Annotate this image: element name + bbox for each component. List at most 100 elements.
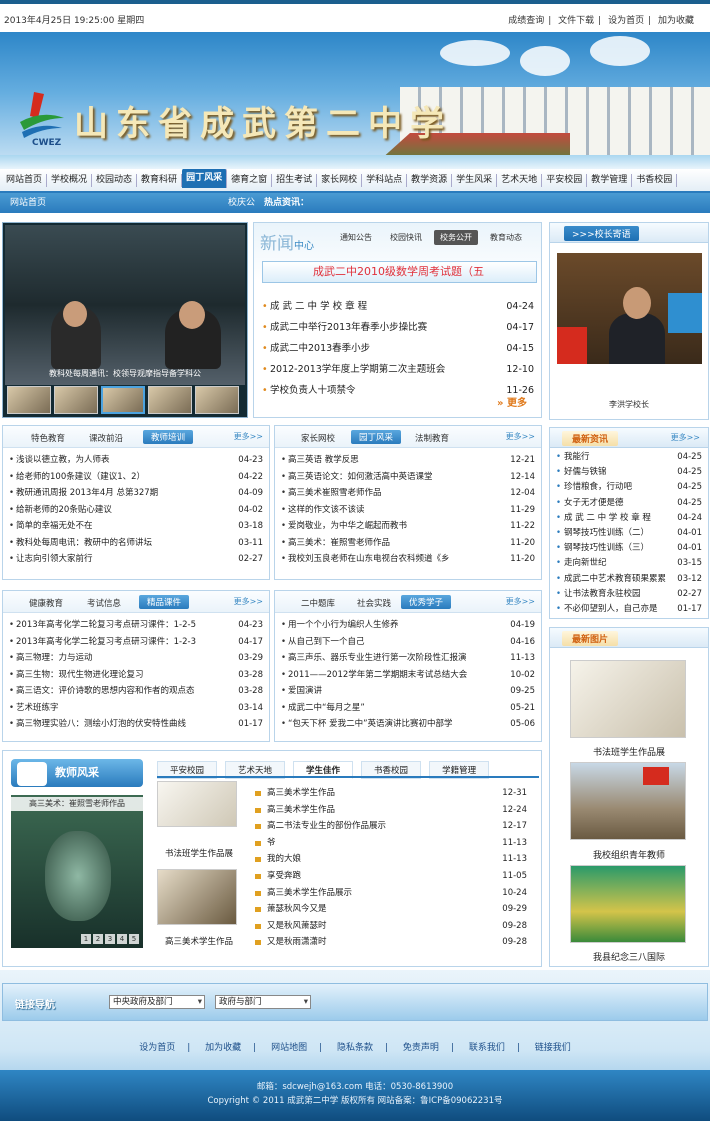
list-item[interactable]: “包天下杯 爱我二中”英语演讲比赛初中部学 05-06 <box>281 716 535 733</box>
list-item[interactable]: 珍惜粮食，行动吧 04-25 <box>556 480 702 496</box>
list-item[interactable]: 高三美术学生作品 12-24 <box>253 801 527 819</box>
nav-item-subjects[interactable]: 学科站点 <box>362 173 408 187</box>
top-link-grades[interactable]: 成绩查询 <box>508 16 544 26</box>
slide-thumb-active[interactable] <box>101 386 145 414</box>
list-item[interactable]: 让书法教育永驻校园 02-27 <box>556 586 702 602</box>
tab-gardener[interactable]: 园丁风采 <box>351 430 402 444</box>
list-item[interactable]: 艺术班练字 03-14 <box>9 699 263 716</box>
list-item[interactable]: 浅谈以德立教，为人师表 04-23 <box>9 452 263 469</box>
tab-affairs[interactable]: 校务公开 <box>434 230 478 245</box>
tab-notices[interactable]: 通知公告 <box>334 230 378 245</box>
list-item[interactable]: 享受奔跑 11-05 <box>253 867 527 885</box>
tab-question-bank[interactable]: 二中题库 <box>301 597 335 609</box>
list-item[interactable]: 教科处每周电讯：教研中的名师讲坛 03-11 <box>9 534 263 551</box>
list-item[interactable]: 萧瑟秋风今又是 09-29 <box>253 901 527 918</box>
picture-tree-planting[interactable] <box>570 762 686 840</box>
list-item[interactable]: 2013年高考化学二轮复习考点研习课件：1-2-3 04-17 <box>9 633 263 650</box>
central-gov-select[interactable]: 中央政府及部门 <box>109 995 205 1009</box>
nav-item-teachers[interactable]: 园丁风采 <box>182 168 228 188</box>
nav-item-library[interactable]: 书香校园 <box>632 173 678 187</box>
nav-item-safety[interactable]: 平安校园 <box>542 173 588 187</box>
nav-item-campus-news[interactable]: 校园动态 <box>92 173 138 187</box>
list-item[interactable]: 高三声乐、器乐专业生进行第一次阶段性汇报演 11-13 <box>281 650 535 667</box>
picture-calligraphy[interactable] <box>570 660 686 738</box>
more-link[interactable]: 更多>> <box>234 431 263 442</box>
list-item[interactable]: 给新老师的20条贴心建议 04-02 <box>9 501 263 518</box>
breadcrumb-home[interactable]: 网站首页 <box>10 193 46 213</box>
footer-link-sitemap[interactable]: 网站地图 <box>271 1043 307 1053</box>
tab-reform[interactable]: 课改前沿 <box>89 432 123 444</box>
tab-parent-school[interactable]: 家长网校 <box>301 432 335 444</box>
footer-link-favorite[interactable]: 加为收藏 <box>205 1043 241 1053</box>
list-item[interactable]: 走向新世纪 03-15 <box>556 556 702 572</box>
list-item[interactable]: 成 武 二 中 学 校 章 程 04-24 <box>262 296 534 317</box>
tab-exam-info[interactable]: 考试信息 <box>87 597 121 609</box>
nav-item-overview[interactable]: 学校概况 <box>47 173 93 187</box>
thumb-art[interactable] <box>157 869 237 925</box>
tab-health[interactable]: 健康教育 <box>29 597 63 609</box>
list-item[interactable]: 女子无才便是德 04-25 <box>556 495 702 511</box>
list-item[interactable]: 高三英语 教学反思 12-21 <box>281 452 535 469</box>
footer-link-contact[interactable]: 联系我们 <box>469 1043 505 1053</box>
list-item[interactable]: 爱国演讲 09-25 <box>281 683 535 700</box>
principal-photo[interactable] <box>557 253 702 364</box>
photo-slideshow[interactable]: 教科处每周通讯：校领导观摩指导备学科公 <box>2 222 248 418</box>
page-dot[interactable]: 4 <box>117 934 127 944</box>
more-link[interactable]: 更多>> <box>234 596 263 607</box>
top-link-set-home[interactable]: 设为首页 <box>608 16 644 26</box>
list-item[interactable]: 学校负责人十项禁令11-26 <box>262 380 534 401</box>
tab-law-edu[interactable]: 法制教育 <box>415 432 449 444</box>
teacher-artwork[interactable]: 高三美术：崔照雪老师作品 1 2 3 4 5 <box>11 795 143 948</box>
list-item[interactable]: 高二书法专业生的部份作品展示 12-17 <box>253 818 527 835</box>
list-item[interactable]: 高三生物：现代生物进化理论复习 03-28 <box>9 666 263 683</box>
footer-link-link-us[interactable]: 链接我们 <box>535 1043 571 1053</box>
nav-item-students[interactable]: 学生风采 <box>452 173 498 187</box>
gov-dept-select[interactable]: 政府与部门 <box>215 995 311 1009</box>
list-item[interactable]: 成 武 二 中 学 校 章 程 04-24 <box>556 510 702 526</box>
list-item[interactable]: 好儒与铁锦 04-25 <box>556 465 702 481</box>
slide-thumb[interactable] <box>7 386 51 414</box>
tab-courseware[interactable]: 精品课件 <box>139 595 190 609</box>
nav-item-research[interactable]: 教育科研 <box>137 173 183 187</box>
tab-practice[interactable]: 社会实践 <box>357 597 391 609</box>
more-link[interactable]: 更多>> <box>506 431 535 442</box>
footer-link-disclaimer[interactable]: 免责声明 <box>403 1043 439 1053</box>
nav-item-parents[interactable]: 家长网校 <box>317 173 363 187</box>
list-item[interactable]: 爷 11-13 <box>253 834 527 852</box>
nav-item-arts[interactable]: 艺术天地 <box>497 173 543 187</box>
picture-womens-day[interactable] <box>570 865 686 943</box>
nav-item-management[interactable]: 教学管理 <box>587 173 633 187</box>
page-dot[interactable]: 2 <box>93 934 103 944</box>
top-link-favorite[interactable]: 加为收藏 <box>658 16 694 26</box>
list-item[interactable]: 给老师的100条建议（建议1、2） 04-22 <box>9 468 263 485</box>
list-item[interactable]: 不必仰望别人，自己亦是 01-17 <box>556 601 702 618</box>
nav-item-home[interactable]: 网站首页 <box>2 173 48 187</box>
nav-item-moral[interactable]: 德育之窗 <box>227 173 273 187</box>
tab-training[interactable]: 教师培训 <box>143 430 194 444</box>
list-item[interactable]: 用一个个小行为编织人生修养 04-19 <box>281 617 535 634</box>
list-item[interactable]: 我能行 04-25 <box>556 450 702 466</box>
list-item[interactable]: 我的大娘 11-13 <box>253 851 527 868</box>
list-item[interactable]: 高三物理实验八：测绘小灯泡的伏安特性曲线 01-17 <box>9 716 263 733</box>
thumb-calligraphy[interactable] <box>157 781 237 827</box>
top-link-downloads[interactable]: 文件下载 <box>558 16 594 26</box>
news-more-link[interactable]: » 更多 <box>497 394 527 409</box>
slide-thumb[interactable] <box>195 386 239 414</box>
list-item[interactable]: 2013年高考化学二轮复习考点研习课件：1-2-5 04-23 <box>9 617 263 634</box>
anniversary-link[interactable]: 校庆公 <box>228 193 255 213</box>
list-item[interactable]: 我校刘玉良老师在山东电视台农科频道《乡 11-20 <box>281 551 535 568</box>
list-item[interactable]: 成武二中“每月之星” 05-21 <box>281 699 535 716</box>
list-item[interactable]: 钢琴技巧性训练（三） 04-01 <box>556 541 702 557</box>
news-headline[interactable]: 成武二中2010级数学周考试题（五 <box>262 261 537 283</box>
list-item[interactable]: 2012-2013学年度上学期第二次主题班会 12-10 <box>262 359 534 380</box>
list-item[interactable]: 教研通讯周报 2013年4月 总第327期 04-09 <box>9 485 263 502</box>
page-dot[interactable]: 5 <box>129 934 139 944</box>
page-dot[interactable]: 1 <box>81 934 91 944</box>
footer-link-privacy[interactable]: 隐私条款 <box>337 1043 373 1053</box>
slide-thumb[interactable] <box>148 386 192 414</box>
list-item[interactable]: 成武二中举行2013年春季小步操比赛 04-17 <box>262 317 534 338</box>
list-item[interactable]: 成武二中2013春季小步 04-15 <box>262 338 534 359</box>
list-item[interactable]: 高三物理：力与运动 03-29 <box>9 650 263 667</box>
page-dot[interactable]: 3 <box>105 934 115 944</box>
slide-thumb[interactable] <box>54 386 98 414</box>
